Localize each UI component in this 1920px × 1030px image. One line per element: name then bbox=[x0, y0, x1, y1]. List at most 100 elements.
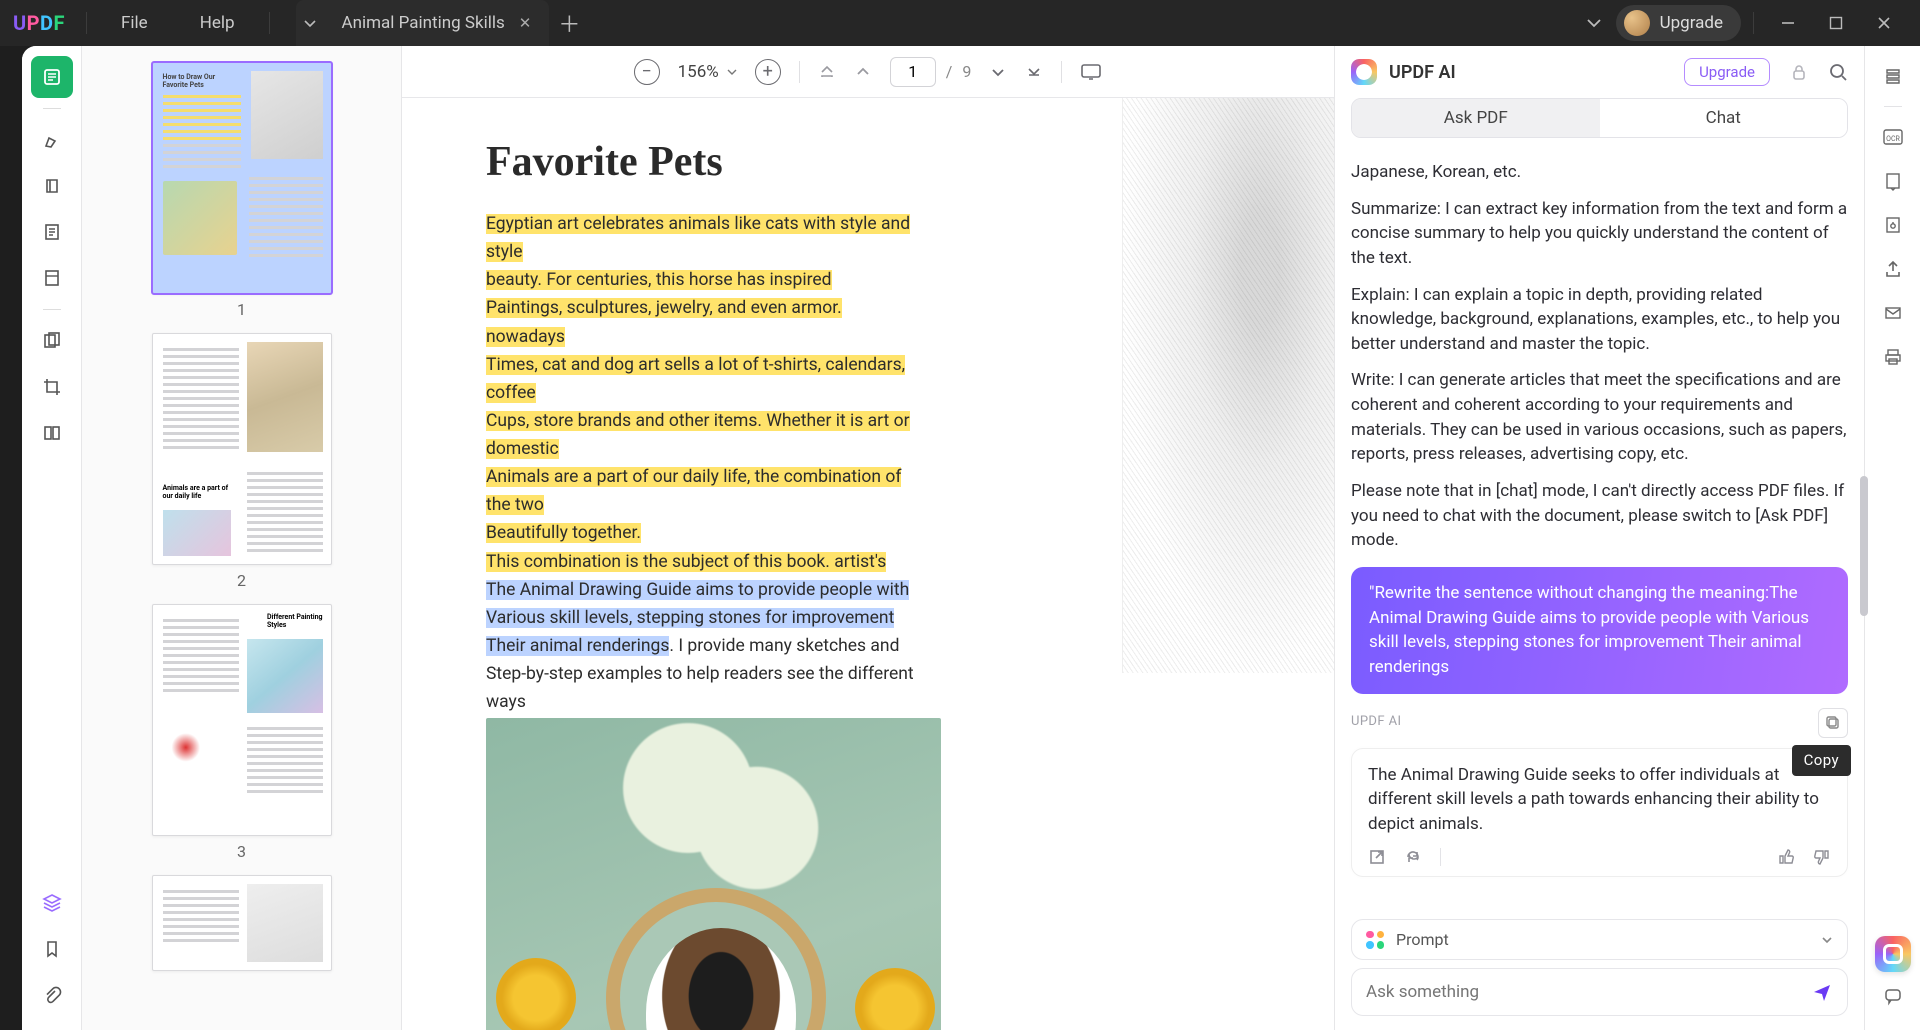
zoom-in-button[interactable]: + bbox=[755, 59, 781, 85]
ai-scrollbar[interactable] bbox=[1860, 276, 1868, 806]
reader-tool-icon[interactable] bbox=[31, 56, 73, 98]
document-area: − 156% + / 9 Favorite Pets bbox=[402, 46, 1334, 1030]
document-tab[interactable]: Animal Painting Skills ✕ bbox=[324, 0, 550, 46]
thumbnail-page-4[interactable] bbox=[152, 875, 332, 971]
menu-file[interactable]: File bbox=[95, 13, 174, 33]
ai-answer-text: The Animal Drawing Guide seeks to offer … bbox=[1368, 763, 1831, 837]
tab-close-button[interactable]: ✕ bbox=[519, 14, 532, 32]
page-tool-icon[interactable] bbox=[31, 211, 73, 253]
thumbnail-page-3[interactable]: Different PaintingStyles bbox=[152, 604, 332, 836]
send-button[interactable] bbox=[1811, 981, 1833, 1003]
zoom-level[interactable]: 156% bbox=[678, 62, 737, 82]
first-page-button[interactable] bbox=[818, 63, 836, 81]
form-tool-icon[interactable] bbox=[31, 257, 73, 299]
prompt-icon bbox=[1366, 931, 1384, 949]
window-maximize-button[interactable] bbox=[1814, 8, 1858, 38]
presentation-button[interactable] bbox=[1080, 63, 1102, 81]
updf-ai-logo-icon bbox=[1351, 59, 1377, 85]
regenerate-icon[interactable] bbox=[1404, 848, 1422, 866]
lock-icon[interactable] bbox=[1782, 63, 1816, 81]
prompt-selector[interactable]: Prompt bbox=[1351, 919, 1848, 960]
tab-chat[interactable]: Chat bbox=[1600, 99, 1848, 137]
convert-icon[interactable] bbox=[1873, 161, 1913, 201]
window-minimize-button[interactable] bbox=[1766, 8, 1810, 38]
text-line-selected: The Animal Drawing Guide aims to provide… bbox=[486, 580, 909, 600]
organize-tool-icon[interactable] bbox=[31, 320, 73, 362]
chat-text: Japanese, Korean, etc. bbox=[1351, 160, 1848, 185]
page-indicator: / 9 bbox=[890, 57, 972, 87]
text-line: Egyptian art celebrates animals like cat… bbox=[486, 214, 910, 262]
ai-answer: The Animal Drawing Guide seeks to offer … bbox=[1351, 748, 1848, 878]
attachment-icon[interactable] bbox=[31, 974, 73, 1016]
chat-bubble-icon[interactable] bbox=[1873, 976, 1913, 1016]
view-mode-icon[interactable] bbox=[1873, 56, 1913, 96]
menu-help[interactable]: Help bbox=[174, 13, 261, 33]
highlight-tool-icon[interactable] bbox=[31, 119, 73, 161]
layers-icon[interactable] bbox=[31, 882, 73, 924]
text-line: Step-by-step examples to help readers se… bbox=[486, 664, 914, 712]
protect-icon[interactable] bbox=[1873, 205, 1913, 245]
thumbnail-page-2[interactable]: Animals are a part ofour daily life bbox=[152, 333, 332, 565]
text-line: This combination is the subject of this … bbox=[486, 552, 886, 572]
ask-input-row bbox=[1351, 968, 1848, 1016]
page-input[interactable] bbox=[890, 57, 936, 87]
window-close-button[interactable] bbox=[1862, 8, 1906, 38]
tab-ask-pdf[interactable]: Ask PDF bbox=[1352, 99, 1600, 137]
chat-text: Please note that in [chat] mode, I can't… bbox=[1351, 479, 1848, 553]
copy-tooltip: Copy bbox=[1792, 745, 1851, 777]
ocr-icon[interactable]: OCR bbox=[1873, 117, 1913, 157]
text-line: Animals are a part of our daily life, th… bbox=[486, 467, 901, 515]
tab-title: Animal Painting Skills bbox=[342, 13, 505, 33]
thumbnails-panel: How to Draw OurFavorite Pets 1 Animal bbox=[82, 46, 402, 1030]
ai-sender-label: UPDF AI bbox=[1351, 713, 1401, 732]
text-line: Paintings, sculptures, jewelry, and even… bbox=[486, 298, 842, 346]
open-external-icon[interactable] bbox=[1368, 848, 1386, 866]
print-icon[interactable] bbox=[1873, 337, 1913, 377]
user-message: "Rewrite the sentence without changing t… bbox=[1351, 567, 1848, 694]
chat-text: Explain: I can explain a topic in depth,… bbox=[1351, 283, 1848, 357]
ask-input[interactable] bbox=[1366, 982, 1799, 1002]
ai-upgrade-button[interactable]: Upgrade bbox=[1684, 58, 1770, 86]
ai-fab-button[interactable] bbox=[1875, 936, 1911, 972]
last-page-button[interactable] bbox=[1025, 63, 1043, 81]
embroidery-image bbox=[486, 718, 941, 1030]
ai-mode-tabs: Ask PDF Chat bbox=[1351, 98, 1848, 138]
edit-tool-icon[interactable] bbox=[31, 165, 73, 207]
page-separator: / bbox=[946, 62, 953, 81]
zoom-out-button[interactable]: − bbox=[634, 59, 660, 85]
share-icon[interactable] bbox=[1873, 249, 1913, 289]
thumbs-down-icon[interactable] bbox=[1813, 848, 1831, 866]
document-toolbar: − 156% + / 9 bbox=[402, 46, 1334, 98]
ai-panel: UPDF AI Upgrade Ask PDF Chat Japanese, K… bbox=[1334, 46, 1864, 1030]
search-icon[interactable] bbox=[1828, 62, 1848, 82]
thumbnail-page-1[interactable]: How to Draw OurFavorite Pets bbox=[152, 62, 332, 294]
chat-scroll[interactable]: Japanese, Korean, etc. Summarize: I can … bbox=[1335, 148, 1864, 911]
crop-tool-icon[interactable] bbox=[31, 366, 73, 408]
text-line: Beautifully together. bbox=[486, 523, 641, 543]
text-line: Times, cat and dog art sells a lot of t-… bbox=[486, 355, 905, 403]
text-line-selected: Their animal renderings bbox=[486, 636, 669, 656]
window-menu-button[interactable] bbox=[1572, 15, 1616, 31]
prev-page-button[interactable] bbox=[854, 63, 872, 81]
chat-text: Summarize: I can extract key information… bbox=[1351, 197, 1848, 271]
copy-button[interactable]: Copy bbox=[1818, 708, 1848, 738]
text-line: . I provide many sketches and bbox=[669, 636, 899, 656]
chat-text: Write: I can generate articles that meet… bbox=[1351, 368, 1848, 467]
page-content[interactable]: Favorite Pets Egyptian art celebrates an… bbox=[402, 98, 1334, 1030]
add-tab-button[interactable]: ＋ bbox=[549, 0, 589, 46]
compare-tool-icon[interactable] bbox=[31, 412, 73, 454]
page-total: 9 bbox=[962, 62, 971, 81]
avatar bbox=[1624, 10, 1650, 36]
thumbnail-label: 3 bbox=[237, 842, 246, 861]
app-logo: UPDF bbox=[0, 11, 78, 35]
prompt-label: Prompt bbox=[1396, 930, 1809, 949]
upgrade-button[interactable]: Upgrade bbox=[1616, 5, 1741, 41]
thumbs-up-icon[interactable] bbox=[1777, 848, 1795, 866]
text-line: Cups, store brands and other items. Whet… bbox=[486, 411, 910, 459]
thumbnail-label: 1 bbox=[237, 300, 246, 319]
title-bar: UPDF File Help Animal Painting Skills ✕ … bbox=[0, 0, 1920, 46]
bookmark-icon[interactable] bbox=[31, 928, 73, 970]
email-icon[interactable] bbox=[1873, 293, 1913, 333]
next-page-button[interactable] bbox=[989, 63, 1007, 81]
tab-menu-button[interactable] bbox=[296, 0, 324, 46]
